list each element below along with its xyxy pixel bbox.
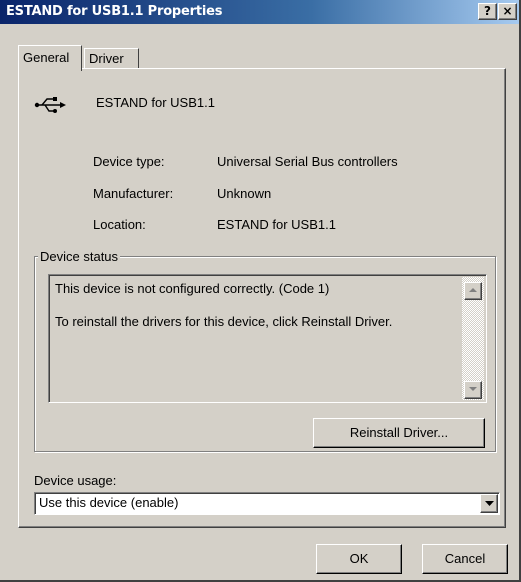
cancel-button[interactable]: Cancel — [422, 544, 508, 574]
scroll-up-button[interactable] — [464, 282, 482, 300]
title-bar[interactable]: ESTAND for USB1.1 Properties ? × — [0, 0, 519, 24]
window-title: ESTAND for USB1.1 Properties — [6, 4, 223, 19]
tab-driver[interactable]: Driver — [84, 48, 139, 70]
device-usage-value: Use this device (enable) — [39, 495, 179, 510]
device-usage-label: Device usage: — [34, 473, 117, 488]
usb-icon — [34, 95, 68, 115]
device-usage-select[interactable]: Use this device (enable) — [34, 492, 500, 515]
status-message: This device is not configured correctly.… — [55, 281, 330, 296]
status-scrollbar[interactable] — [462, 277, 484, 400]
device-type-label: Device type: — [93, 154, 165, 169]
device-name: ESTAND for USB1.1 — [96, 95, 215, 110]
location-value: ESTAND for USB1.1 — [217, 217, 336, 232]
manufacturer-label: Manufacturer: — [93, 186, 174, 201]
properties-dialog: ESTAND for USB1.1 Properties ? × General… — [0, 0, 521, 582]
reinstall-driver-button[interactable]: Reinstall Driver... — [313, 418, 485, 448]
tab-general[interactable]: General — [18, 45, 82, 71]
dropdown-button[interactable] — [480, 494, 498, 513]
device-status-text[interactable]: This device is not configured correctly.… — [48, 274, 487, 403]
scroll-up-arrow-icon — [469, 288, 477, 292]
chevron-down-icon — [485, 501, 494, 506]
device-status-label: Device status — [38, 249, 121, 264]
help-button[interactable]: ? — [478, 3, 497, 20]
device-type-value: Universal Serial Bus controllers — [217, 154, 398, 169]
location-label: Location: — [93, 217, 146, 232]
status-instruction: To reinstall the drivers for this device… — [55, 314, 393, 329]
scroll-down-arrow-icon — [469, 387, 477, 391]
ok-button[interactable]: OK — [316, 544, 402, 574]
scroll-down-button[interactable] — [464, 381, 482, 399]
manufacturer-value: Unknown — [217, 186, 272, 201]
close-button[interactable]: × — [498, 3, 517, 20]
